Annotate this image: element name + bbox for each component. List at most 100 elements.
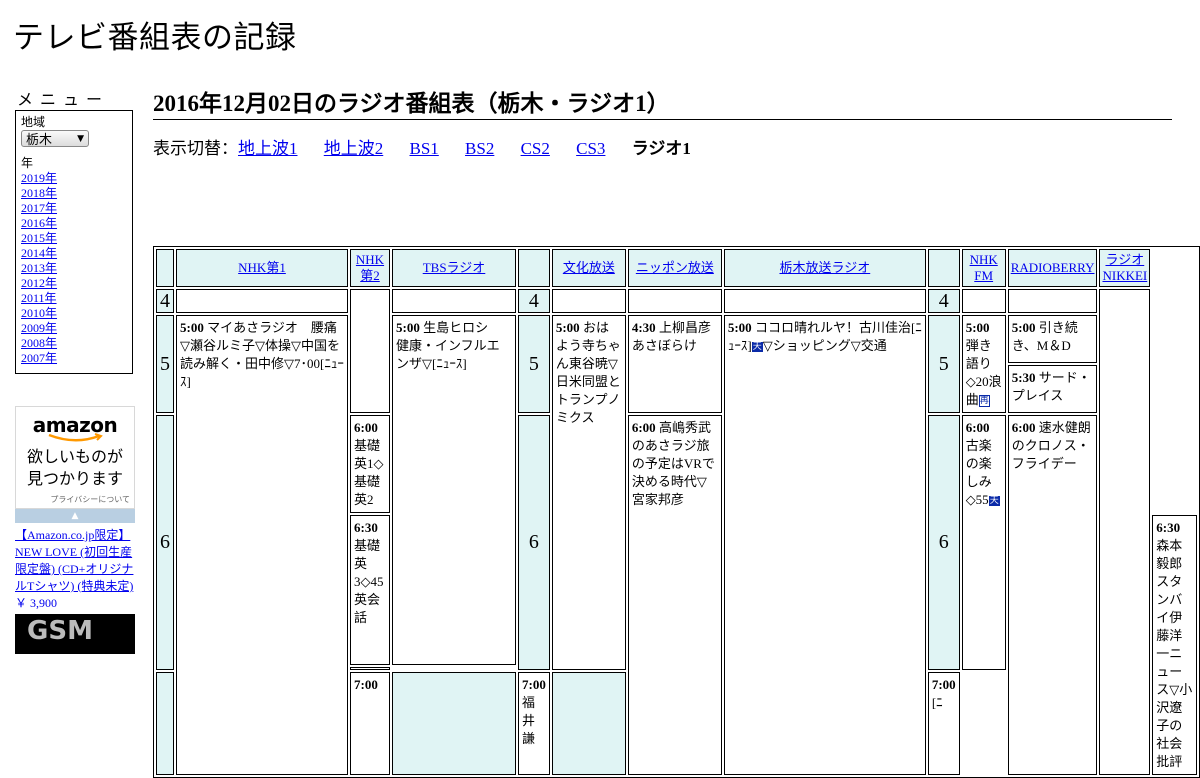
- program-time: 5:00: [965, 320, 990, 335]
- switch-current: ラジオ1: [631, 139, 691, 158]
- station-header: ニッポン放送: [627, 249, 722, 287]
- region-label: 地域: [21, 115, 46, 129]
- program-time: 6:30: [354, 520, 378, 535]
- year-link-2011[interactable]: 2011年: [21, 291, 57, 305]
- station-header: NHK第1: [176, 249, 348, 287]
- chevron-down-icon: ▼: [77, 133, 84, 144]
- year-link-2014[interactable]: 2014年: [21, 246, 57, 260]
- program-cell[interactable]: 6:00 高嶋秀武のあさラジ旅の予定はVRで決める時代▽宮家邦彦: [627, 415, 722, 775]
- program-cell[interactable]: 4:30 上柳昌彦あさぼらけ: [627, 315, 722, 413]
- program-cell[interactable]: 5:00 ココロ晴れルヤ！古川佳治[ﾆｭｰｽ]天▽ショッピング▽交通: [723, 315, 926, 775]
- program-cell[interactable]: 5:00 弾き語り◇20浪曲再: [961, 315, 1006, 413]
- page-title: 2016年12月02日のラジオ番組表（栃木・ラジオ1）: [153, 84, 1172, 120]
- station-link-nhkfm[interactable]: NHK FM: [970, 252, 998, 283]
- year-link-2018[interactable]: 2018年: [21, 186, 57, 200]
- program-time: 7:00: [931, 676, 956, 692]
- program-time: 6:30: [1156, 520, 1181, 535]
- year-link-2016[interactable]: 2016年: [21, 216, 57, 230]
- station-link-tochigi[interactable]: 栃木放送ラジオ: [779, 260, 870, 275]
- region-select[interactable]: 栃木 ▼: [21, 130, 89, 147]
- program-mark-badge: 天: [751, 342, 763, 353]
- ad-copy-line-1: 欲しいものが: [26, 447, 123, 466]
- program-cell[interactable]: 7:00: [350, 671, 390, 775]
- switch-link-cs3[interactable]: CS3: [576, 139, 605, 158]
- program-cell[interactable]: 5:30 サード・プレイス: [1007, 365, 1098, 413]
- ad-copy-line-2: 見つかります: [26, 469, 123, 488]
- year-link-2010[interactable]: 2010年: [21, 306, 57, 320]
- program-title: [ﾆ: [931, 694, 943, 710]
- amazon-logo: amazon: [32, 413, 118, 437]
- program-cell-empty: [1007, 289, 1098, 313]
- amazon-ad-banner[interactable]: amazon 欲しいものが 見つかります プライバシーについて: [15, 406, 135, 509]
- station-header: ラジオNIKKEI: [1099, 249, 1151, 287]
- program-time: 7:00: [522, 676, 546, 692]
- program-cell-empty: [1099, 289, 1151, 775]
- station-link-radioberry[interactable]: RADIOBERRY: [1011, 260, 1095, 275]
- year-link-2012[interactable]: 2012年: [21, 276, 57, 290]
- program-cell-empty: [392, 289, 516, 313]
- station-link-nippon[interactable]: ニッポン放送: [636, 260, 714, 275]
- ad-copy: 欲しいものが 見つかります: [16, 446, 134, 490]
- program-cell[interactable]: 7:00 福井謙: [518, 671, 550, 775]
- program-cell-empty: [350, 666, 390, 670]
- station-link-bunka[interactable]: 文化放送: [563, 260, 615, 275]
- menu-box: 地域 栃木 ▼ 年 2019年 2018年 2017年 2016年 2015年 …: [15, 110, 133, 374]
- program-cell[interactable]: 6:30 基礎英3◇45英会話: [350, 515, 390, 665]
- station-header: NHK FM: [961, 249, 1006, 287]
- program-title: 森本毅郎スタンバイ伊藤洋一ニュース▽小沢遼子の社会批評: [1156, 538, 1193, 769]
- menu-heading: メニュー: [17, 90, 110, 109]
- program-cell[interactable]: 6:00 速水健朗のクロノス・フライデー: [1007, 415, 1098, 775]
- year-link-2015[interactable]: 2015年: [21, 231, 57, 245]
- station-header: NHK第2: [350, 249, 390, 287]
- ad-block: amazon 欲しいものが 見つかります プライバシーについて ▲ 【Amazo…: [15, 406, 135, 654]
- ad-product-price: ￥ 3,900: [15, 596, 58, 610]
- program-cell-empty: [176, 289, 348, 313]
- program-cell[interactable]: 7:00 [ﾆ: [927, 671, 960, 775]
- header-hour-spacer: [156, 249, 174, 287]
- year-link-2013[interactable]: 2013年: [21, 261, 57, 275]
- hour-label: 4: [927, 289, 960, 313]
- station-link-nhk1[interactable]: NHK第1: [238, 260, 286, 275]
- station-header: TBSラジオ: [392, 249, 516, 287]
- year-link-2019[interactable]: 2019年: [21, 171, 57, 185]
- hour-label-next: [551, 671, 626, 775]
- program-time: 5:00: [555, 320, 580, 335]
- hour-label-next: [156, 671, 174, 775]
- ad-product-link[interactable]: 【Amazon.co.jp限定】NEW LOVE (初回生産限定盤) (CD+オ…: [15, 528, 133, 593]
- switch-link-terrestrial-2[interactable]: 地上波2: [324, 139, 384, 158]
- program-mark-badge: 再: [978, 395, 990, 408]
- station-header: 文化放送: [551, 249, 626, 287]
- station-link-nikkei[interactable]: ラジオNIKKEI: [1102, 252, 1147, 283]
- program-title: 基礎英3◇45英会話: [354, 538, 384, 625]
- switch-link-terrestrial-1[interactable]: 地上波1: [238, 139, 298, 158]
- year-list: 2019年 2018年 2017年 2016年 2015年 2014年 2013…: [21, 171, 127, 366]
- hour-label: 5: [156, 315, 174, 413]
- switch-link-cs2[interactable]: CS2: [521, 139, 550, 158]
- program-cell[interactable]: 5:00 生島ヒロシ 健康・インフルエンザ▽[ﾆｭｰｽ]: [392, 315, 516, 665]
- schedule-grid: NHK第1 NHK第2 TBSラジオ 文化放送 ニッポン放送 栃木放送ラジオ N…: [153, 246, 1200, 778]
- program-cell[interactable]: 6:00 古楽の楽しみ◇55天: [961, 415, 1006, 670]
- program-cell-empty: [627, 289, 722, 313]
- year-link-2008[interactable]: 2008年: [21, 336, 57, 350]
- ad-privacy-link[interactable]: プライバシーについて: [50, 494, 130, 505]
- switch-link-bs2[interactable]: BS2: [465, 139, 494, 158]
- program-time: 5:00: [180, 320, 204, 335]
- program-cell[interactable]: 6:00 基礎英1◇基礎英2: [350, 415, 390, 513]
- program-cell[interactable]: 5:00 引き続き、M＆D: [1007, 315, 1098, 363]
- year-link-2009[interactable]: 2009年: [21, 321, 57, 335]
- program-cell[interactable]: 6:30 森本毅郎スタンバイ伊藤洋一ニュース▽小沢遼子の社会批評: [1152, 515, 1197, 775]
- hour-label: 6: [518, 415, 550, 670]
- program-cell[interactable]: 5:00 おはよう寺ちゃん東谷暁▽日米同盟とトランプノミクス: [551, 315, 626, 670]
- ad-product-image[interactable]: GSM: [15, 614, 135, 654]
- view-switcher: 表示切替：地上波1 地上波2 BS1 BS2 CS2 CS3 ラジオ1: [153, 134, 691, 159]
- program-cell[interactable]: 5:00 マイあさラジオ 腰痛▽瀬谷ルミ子▽体操▽中国を読み解く・田中修▽7･0…: [176, 315, 348, 775]
- switch-label: 表示切替：: [153, 139, 238, 158]
- site-title: テレビ番組表の記録: [13, 20, 297, 56]
- station-link-tbs[interactable]: TBSラジオ: [423, 260, 486, 275]
- station-link-nhk2[interactable]: NHK第2: [356, 252, 384, 283]
- ad-collapse-bar[interactable]: ▲: [15, 509, 135, 523]
- switch-link-bs1[interactable]: BS1: [410, 139, 439, 158]
- program-time: 5:00: [396, 320, 420, 335]
- year-link-2017[interactable]: 2017年: [21, 201, 57, 215]
- year-link-2007[interactable]: 2007年: [21, 351, 57, 365]
